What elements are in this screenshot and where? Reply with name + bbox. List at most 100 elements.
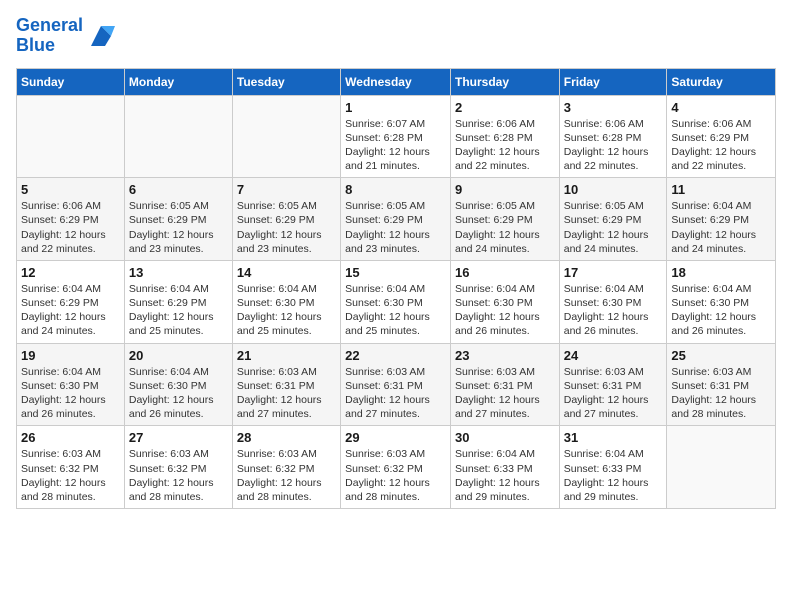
calendar-cell: 23 Sunrise: 6:03 AM Sunset: 6:31 PM Dayli…	[450, 343, 559, 426]
calendar-cell: 5 Sunrise: 6:06 AM Sunset: 6:29 PM Daylig…	[17, 178, 125, 261]
day-info: Sunrise: 6:04 AM Sunset: 6:30 PM Dayligh…	[237, 282, 336, 339]
calendar-week-row: 19 Sunrise: 6:04 AM Sunset: 6:30 PM Dayli…	[17, 343, 776, 426]
calendar-cell: 19 Sunrise: 6:04 AM Sunset: 6:30 PM Dayli…	[17, 343, 125, 426]
calendar-cell	[232, 95, 340, 178]
calendar-cell: 3Sunrise: 6:06 AM Sunset: 6:28 PM Daylig…	[559, 95, 667, 178]
day-number: 8	[345, 182, 446, 197]
day-info: Sunrise: 6:04 AM Sunset: 6:29 PM Dayligh…	[129, 282, 228, 339]
day-info: Sunrise: 6:06 AM Sunset: 6:28 PM Dayligh…	[564, 117, 663, 174]
calendar-cell: 1 Sunrise: 6:07 AM Sunset: 6:28 PM Daylig…	[341, 95, 451, 178]
calendar-cell: 2Sunrise: 6:06 AM Sunset: 6:28 PM Daylig…	[450, 95, 559, 178]
day-number: 16	[455, 265, 555, 280]
day-info: Sunrise: 6:03 AM Sunset: 6:31 PM Dayligh…	[564, 365, 663, 422]
calendar-cell	[17, 95, 125, 178]
day-info: Sunrise: 6:06 AM Sunset: 6:29 PM Dayligh…	[21, 199, 120, 256]
day-number: 6	[129, 182, 228, 197]
calendar-week-row: 26 Sunrise: 6:03 AM Sunset: 6:32 PM Dayli…	[17, 426, 776, 509]
calendar-cell: 18Sunrise: 6:04 AM Sunset: 6:30 PM Dayli…	[667, 260, 776, 343]
calendar-week-row: 12 Sunrise: 6:04 AM Sunset: 6:29 PM Dayli…	[17, 260, 776, 343]
calendar-cell: 8 Sunrise: 6:05 AM Sunset: 6:29 PM Daylig…	[341, 178, 451, 261]
logo-general: General	[16, 15, 83, 35]
day-number: 14	[237, 265, 336, 280]
calendar-table: SundayMondayTuesdayWednesdayThursdayFrid…	[16, 68, 776, 509]
logo-blue: Blue	[16, 35, 55, 55]
calendar-cell: 20 Sunrise: 6:04 AM Sunset: 6:30 PM Dayli…	[124, 343, 232, 426]
day-info: Sunrise: 6:04 AM Sunset: 6:33 PM Dayligh…	[564, 447, 663, 504]
col-header-wednesday: Wednesday	[341, 68, 451, 95]
day-info: Sunrise: 6:04 AM Sunset: 6:30 PM Dayligh…	[345, 282, 446, 339]
calendar-cell: 25 Sunrise: 6:03 AM Sunset: 6:31 PM Dayli…	[667, 343, 776, 426]
day-info: Sunrise: 6:04 AM Sunset: 6:30 PM Dayligh…	[455, 282, 555, 339]
calendar-cell: 6 Sunrise: 6:05 AM Sunset: 6:29 PM Daylig…	[124, 178, 232, 261]
calendar-cell: 31 Sunrise: 6:04 AM Sunset: 6:33 PM Dayli…	[559, 426, 667, 509]
day-number: 10	[564, 182, 663, 197]
day-number: 5	[21, 182, 120, 197]
col-header-saturday: Saturday	[667, 68, 776, 95]
day-number: 27	[129, 430, 228, 445]
day-info: Sunrise: 6:07 AM Sunset: 6:28 PM Dayligh…	[345, 117, 446, 174]
day-number: 17	[564, 265, 663, 280]
day-number: 15	[345, 265, 446, 280]
day-info: Sunrise: 6:05 AM Sunset: 6:29 PM Dayligh…	[455, 199, 555, 256]
calendar-cell: 30 Sunrise: 6:04 AM Sunset: 6:33 PM Dayli…	[450, 426, 559, 509]
day-number: 25	[671, 348, 771, 363]
day-info: Sunrise: 6:05 AM Sunset: 6:29 PM Dayligh…	[564, 199, 663, 256]
calendar-cell: 10 Sunrise: 6:05 AM Sunset: 6:29 PM Dayli…	[559, 178, 667, 261]
day-number: 7	[237, 182, 336, 197]
day-info: Sunrise: 6:03 AM Sunset: 6:31 PM Dayligh…	[455, 365, 555, 422]
col-header-thursday: Thursday	[450, 68, 559, 95]
day-number: 24	[564, 348, 663, 363]
day-number: 1	[345, 100, 446, 115]
calendar-cell: 28Sunrise: 6:03 AM Sunset: 6:32 PM Dayli…	[232, 426, 340, 509]
day-number: 30	[455, 430, 555, 445]
calendar-cell: 22Sunrise: 6:03 AM Sunset: 6:31 PM Dayli…	[341, 343, 451, 426]
day-info: Sunrise: 6:03 AM Sunset: 6:32 PM Dayligh…	[129, 447, 228, 504]
day-number: 12	[21, 265, 120, 280]
calendar-week-row: 5 Sunrise: 6:06 AM Sunset: 6:29 PM Daylig…	[17, 178, 776, 261]
day-info: Sunrise: 6:06 AM Sunset: 6:29 PM Dayligh…	[671, 117, 771, 174]
col-header-sunday: Sunday	[17, 68, 125, 95]
day-number: 13	[129, 265, 228, 280]
calendar-cell: 26Sunrise: 6:03 AM Sunset: 6:32 PM Dayli…	[17, 426, 125, 509]
day-number: 20	[129, 348, 228, 363]
calendar-cell: 7 Sunrise: 6:05 AM Sunset: 6:29 PM Daylig…	[232, 178, 340, 261]
day-number: 31	[564, 430, 663, 445]
day-number: 19	[21, 348, 120, 363]
day-number: 21	[237, 348, 336, 363]
calendar-cell	[667, 426, 776, 509]
day-info: Sunrise: 6:04 AM Sunset: 6:30 PM Dayligh…	[21, 365, 120, 422]
calendar-cell: 17 Sunrise: 6:04 AM Sunset: 6:30 PM Dayli…	[559, 260, 667, 343]
calendar-cell: 9Sunrise: 6:05 AM Sunset: 6:29 PM Daylig…	[450, 178, 559, 261]
day-info: Sunrise: 6:06 AM Sunset: 6:28 PM Dayligh…	[455, 117, 555, 174]
calendar-cell: 24 Sunrise: 6:03 AM Sunset: 6:31 PM Dayli…	[559, 343, 667, 426]
day-info: Sunrise: 6:05 AM Sunset: 6:29 PM Dayligh…	[237, 199, 336, 256]
day-info: Sunrise: 6:04 AM Sunset: 6:33 PM Dayligh…	[455, 447, 555, 504]
day-info: Sunrise: 6:04 AM Sunset: 6:30 PM Dayligh…	[129, 365, 228, 422]
day-number: 29	[345, 430, 446, 445]
day-info: Sunrise: 6:05 AM Sunset: 6:29 PM Dayligh…	[129, 199, 228, 256]
day-number: 11	[671, 182, 771, 197]
calendar-cell: 15 Sunrise: 6:04 AM Sunset: 6:30 PM Dayli…	[341, 260, 451, 343]
calendar-header-row: SundayMondayTuesdayWednesdayThursdayFrid…	[17, 68, 776, 95]
col-header-monday: Monday	[124, 68, 232, 95]
day-number: 23	[455, 348, 555, 363]
calendar-cell: 21Sunrise: 6:03 AM Sunset: 6:31 PM Dayli…	[232, 343, 340, 426]
calendar-cell: 13 Sunrise: 6:04 AM Sunset: 6:29 PM Dayli…	[124, 260, 232, 343]
day-number: 26	[21, 430, 120, 445]
day-info: Sunrise: 6:04 AM Sunset: 6:29 PM Dayligh…	[671, 199, 771, 256]
day-info: Sunrise: 6:04 AM Sunset: 6:29 PM Dayligh…	[21, 282, 120, 339]
day-number: 18	[671, 265, 771, 280]
calendar-cell: 14 Sunrise: 6:04 AM Sunset: 6:30 PM Dayli…	[232, 260, 340, 343]
page-header: General Blue	[16, 16, 776, 56]
col-header-friday: Friday	[559, 68, 667, 95]
calendar-cell: 27 Sunrise: 6:03 AM Sunset: 6:32 PM Dayli…	[124, 426, 232, 509]
logo-icon	[87, 22, 115, 50]
col-header-tuesday: Tuesday	[232, 68, 340, 95]
calendar-cell: 16 Sunrise: 6:04 AM Sunset: 6:30 PM Dayli…	[450, 260, 559, 343]
day-info: Sunrise: 6:04 AM Sunset: 6:30 PM Dayligh…	[564, 282, 663, 339]
day-info: Sunrise: 6:03 AM Sunset: 6:32 PM Dayligh…	[345, 447, 446, 504]
day-info: Sunrise: 6:03 AM Sunset: 6:31 PM Dayligh…	[671, 365, 771, 422]
calendar-cell: 4Sunrise: 6:06 AM Sunset: 6:29 PM Daylig…	[667, 95, 776, 178]
day-info: Sunrise: 6:05 AM Sunset: 6:29 PM Dayligh…	[345, 199, 446, 256]
calendar-week-row: 1 Sunrise: 6:07 AM Sunset: 6:28 PM Daylig…	[17, 95, 776, 178]
